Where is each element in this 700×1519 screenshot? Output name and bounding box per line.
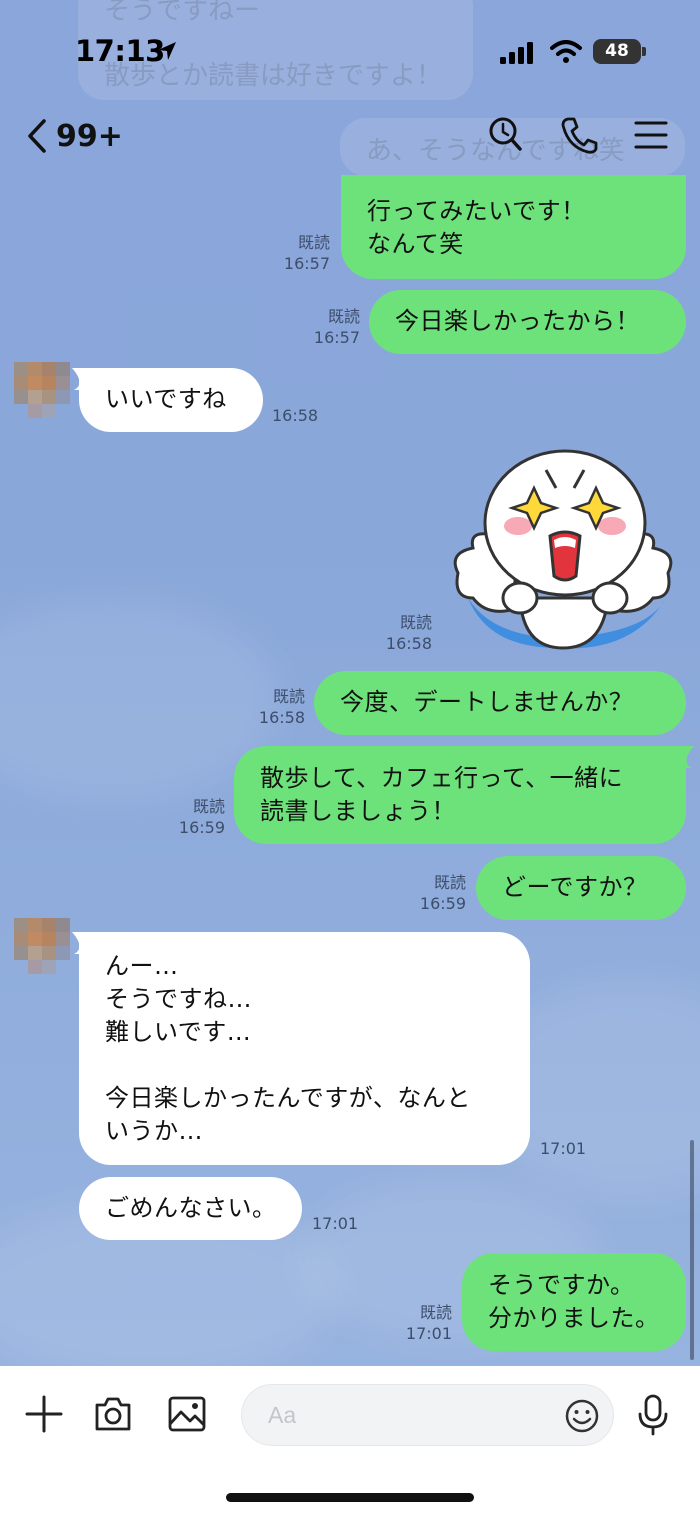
- read-receipt: 既読 16:59: [419, 873, 466, 913]
- menu-icon[interactable]: [634, 115, 668, 155]
- message-text: どーですか？: [502, 873, 648, 901]
- unread-count: 99+: [56, 118, 123, 154]
- phone-icon[interactable]: [560, 115, 598, 155]
- message-text: 今度、デートしませんか？: [340, 688, 634, 716]
- my-message-bubble[interactable]: 行ってみたいです！ なんて笑: [341, 175, 686, 279]
- message-text: いいですね: [105, 385, 227, 413]
- read-receipt: 既読 16:58: [385, 613, 432, 653]
- contact-message-bubble[interactable]: んー… そうですね… 難しいです… 今日楽しかったんですが、なんと いうか…: [79, 932, 530, 1165]
- my-message-bubble[interactable]: そうですか。 分かりました。: [462, 1253, 686, 1351]
- my-message-bubble[interactable]: 散歩して、カフェ行って、一緒に 読書しましょう！: [234, 746, 686, 844]
- battery-nub: [642, 47, 646, 56]
- status-time: 17:13: [75, 34, 165, 68]
- back-chevron-icon: [28, 119, 46, 153]
- contact-avatar[interactable]: [14, 918, 70, 974]
- excited-sparkle-eyes-sticker[interactable]: [448, 448, 678, 653]
- message-text: ごめんなさい。: [105, 1194, 277, 1222]
- read-receipt: 既読 16:57: [313, 307, 360, 347]
- microphone-icon[interactable]: [637, 1394, 669, 1436]
- cellular-signal-icon: [500, 42, 533, 64]
- read-receipt: 既読 16:58: [258, 687, 305, 727]
- my-message-bubble[interactable]: どーですか？: [476, 856, 686, 920]
- my-message-bubble[interactable]: 今度、デートしませんか？: [314, 671, 686, 735]
- emoji-icon[interactable]: [564, 1398, 600, 1434]
- contact-message-bubble[interactable]: いいですね: [79, 368, 263, 432]
- search-icon[interactable]: [487, 115, 523, 155]
- message-input-field[interactable]: [241, 1384, 614, 1446]
- contact-message-bubble[interactable]: ごめんなさい。: [79, 1177, 302, 1240]
- message-time: 16:58: [272, 406, 319, 425]
- read-receipt: 既読 16:59: [178, 797, 225, 837]
- message-input[interactable]: [268, 1398, 538, 1432]
- camera-icon[interactable]: [93, 1394, 133, 1434]
- my-message-bubble[interactable]: 今日楽しかったから！: [369, 290, 686, 354]
- message-time: 17:01: [540, 1139, 587, 1158]
- image-icon[interactable]: [167, 1394, 207, 1434]
- message-text: 散歩して、カフェ行って、一緒に 読書しましょう！: [260, 764, 624, 825]
- message-text: 行ってみたいです！ なんて笑: [367, 197, 586, 258]
- battery-icon: 48: [593, 39, 641, 64]
- message-text: んー… そうですね… 難しいです… 今日楽しかったんですが、なんと いうか…: [105, 952, 471, 1145]
- status-bar: 17:13 48: [0, 0, 700, 100]
- read-receipt: 既読 17:01: [405, 1303, 452, 1343]
- home-indicator: [226, 1493, 474, 1502]
- message-input-bar: [0, 1366, 700, 1519]
- contact-name-redacted[interactable]: [152, 122, 264, 156]
- read-receipt: 既読 16:57: [283, 233, 330, 273]
- scrollbar[interactable]: [690, 1140, 694, 1360]
- message-time: 17:01: [312, 1214, 359, 1233]
- location-arrow-icon: [158, 42, 176, 60]
- contact-avatar[interactable]: [14, 362, 70, 418]
- wifi-icon: [550, 40, 582, 63]
- chat-background: そうですねー 散歩とか読書は好きですよ！ あ、そうなんですね笑 既読 16:57 …: [0, 0, 700, 1366]
- plus-icon[interactable]: [24, 1394, 64, 1434]
- message-text: 今日楽しかったから！: [395, 307, 640, 335]
- back-button[interactable]: 99+: [26, 118, 123, 154]
- chat-header: 99+: [0, 100, 700, 170]
- message-text: そうですか。 分かりました。: [488, 1271, 660, 1332]
